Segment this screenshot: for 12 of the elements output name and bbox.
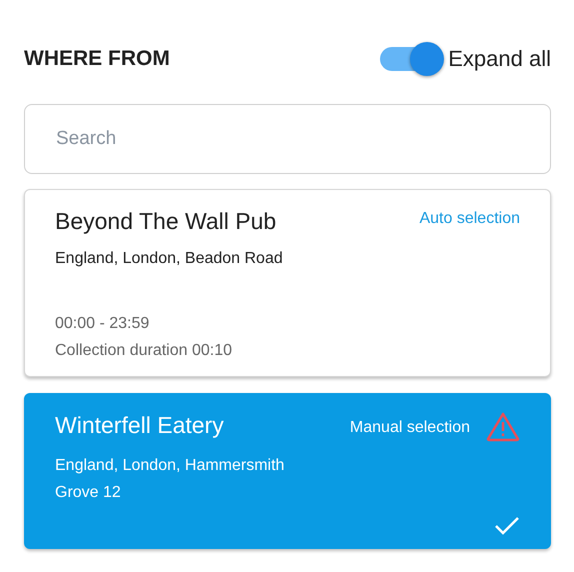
location-address: England, London, Hammersmith Grove 12 bbox=[55, 456, 286, 503]
selection-mode: Manual selection bbox=[350, 418, 470, 437]
opening-hours: 00:00 - 23:59 bbox=[55, 314, 150, 334]
section-title: WHERE FROM bbox=[24, 47, 170, 71]
search-field[interactable]: Search bbox=[24, 104, 551, 174]
location-name: Beyond The Wall Pub bbox=[55, 208, 276, 235]
collection-duration: Collection duration 00:10 bbox=[55, 341, 234, 361]
location-name: Winterfell Eatery bbox=[55, 412, 224, 439]
check-icon bbox=[494, 516, 520, 536]
location-address: England, London, Beadon Road bbox=[55, 249, 284, 269]
location-card[interactable]: Beyond The Wall Pub Auto selection England, London, Beadon Road 00:00 - 23:59 Collection duration 00:10 bbox=[24, 189, 551, 377]
selection-mode: Auto selection bbox=[419, 209, 520, 228]
